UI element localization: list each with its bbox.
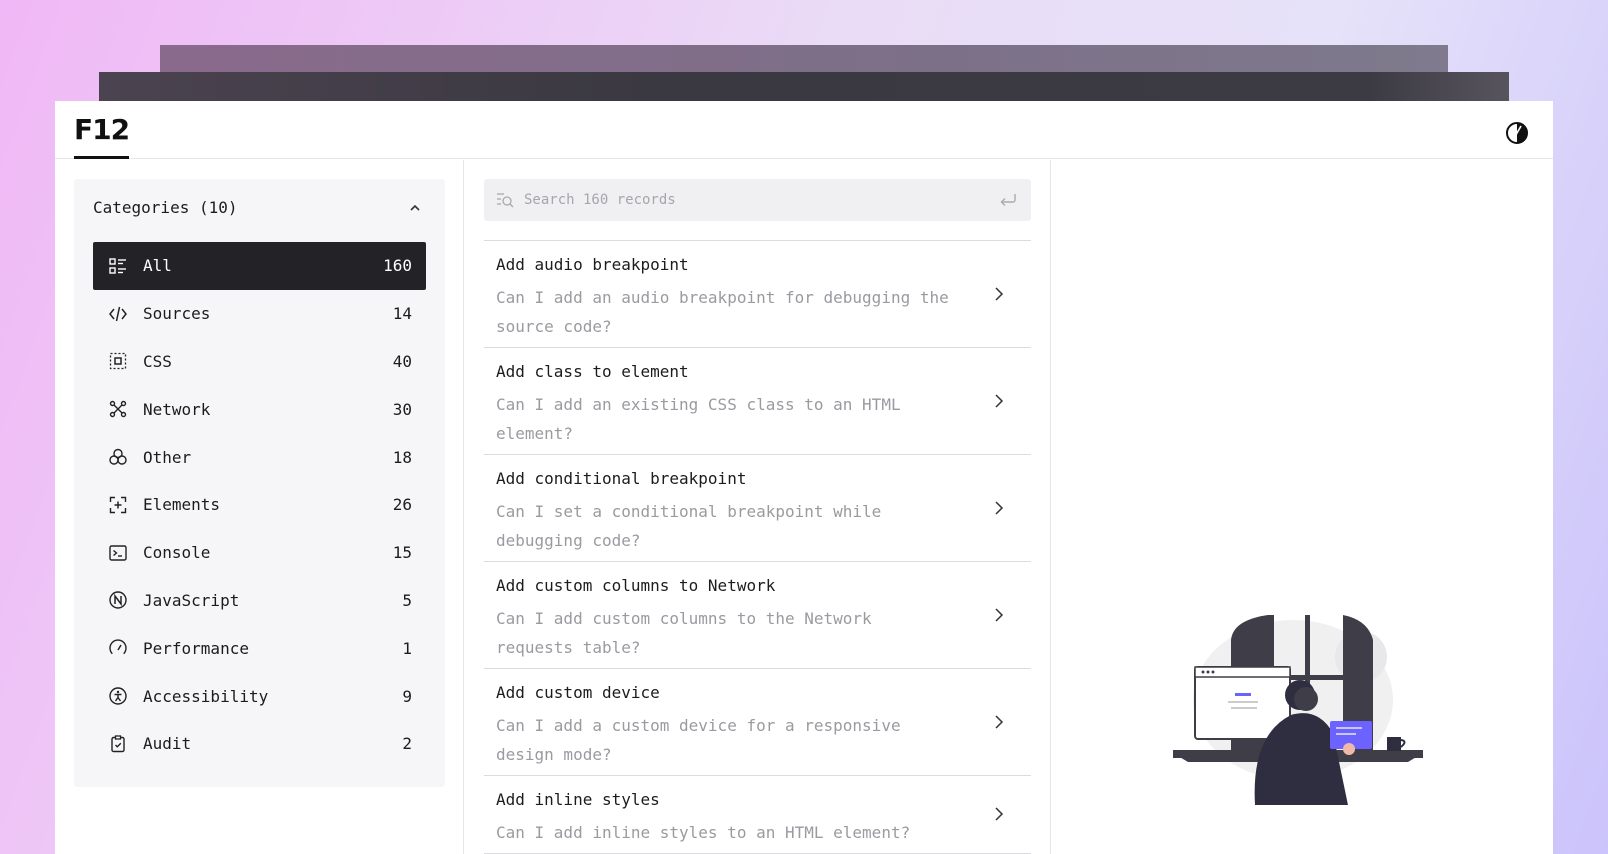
enter-icon[interactable] [999, 191, 1017, 209]
box-select-icon [108, 351, 128, 371]
category-count: 18 [392, 447, 412, 467]
category-item-performance[interactable]: Performance 1 [93, 624, 426, 672]
record-title: Add inline styles [496, 790, 660, 809]
collapse-button[interactable] [407, 200, 423, 216]
record-item[interactable]: Add conditional breakpoint Can I set a c… [484, 455, 1031, 562]
search-icon [497, 193, 514, 208]
record-description: Can I add custom columns to the Network … [496, 609, 872, 657]
category-label: JavaScript [143, 590, 240, 610]
records-column: Add audio breakpoint Can I add an audio … [465, 160, 1051, 854]
categories-column: Categories (10) All 160 Sources 14 CSS 4… [55, 160, 464, 854]
category-label: Other [143, 447, 192, 467]
logo-active-underline [74, 156, 129, 159]
record-title: Add audio breakpoint [496, 255, 689, 274]
category-label: Sources [143, 304, 211, 324]
gauge-icon [108, 638, 128, 658]
category-count: 40 [392, 351, 412, 371]
category-item-network[interactable]: Network 30 [93, 385, 426, 433]
category-count: 1 [402, 638, 412, 658]
record-item[interactable]: Add custom columns to Network Can I add … [484, 562, 1031, 669]
logo[interactable]: F12 [74, 113, 130, 146]
record-description: Can I add an audio breakpoint for debugg… [496, 288, 949, 336]
element-add-icon [108, 495, 128, 515]
search-input[interactable] [524, 179, 984, 221]
category-count: 14 [392, 304, 412, 324]
category-label: CSS [143, 351, 172, 371]
category-label: Elements [143, 495, 221, 515]
category-count: 15 [392, 543, 412, 563]
record-description: Can I set a conditional breakpoint while… [496, 502, 882, 550]
category-label: Network [143, 399, 211, 419]
app-window: F12 Categories (10) All 160 Sources 14 C… [55, 101, 1553, 854]
chevron-right-icon [995, 807, 1004, 821]
category-label: Performance [143, 638, 249, 658]
code-icon [108, 304, 128, 324]
top-bar: F12 [55, 101, 1553, 159]
chevron-right-icon [995, 608, 1004, 622]
category-count: 5 [402, 590, 412, 610]
category-item-console[interactable]: Console 15 [93, 529, 426, 577]
terminal-icon [108, 543, 128, 563]
record-title: Add custom device [496, 683, 660, 702]
record-item[interactable]: Add custom device Can I add a custom dev… [484, 669, 1031, 776]
empty-state-illustration [1173, 615, 1423, 805]
category-label: Audit [143, 734, 192, 754]
theme-toggle-button[interactable] [1504, 120, 1530, 146]
record-item[interactable]: Add audio breakpoint Can I add an audio … [484, 241, 1031, 348]
category-label: Accessibility [143, 686, 269, 706]
category-count: 160 [383, 256, 412, 276]
record-description: Can I add an existing CSS class to an HT… [496, 395, 901, 443]
n-circle-icon [108, 590, 128, 610]
category-item-css[interactable]: CSS 40 [93, 338, 426, 386]
record-title: Add conditional breakpoint [496, 469, 747, 488]
chevron-right-icon [995, 394, 1004, 408]
chevron-right-icon [995, 501, 1004, 515]
category-count: 9 [402, 686, 412, 706]
category-item-elements[interactable]: Elements 26 [93, 481, 426, 529]
category-label: All [143, 256, 172, 276]
search-bar [484, 179, 1031, 221]
category-item-other[interactable]: Other 18 [93, 433, 426, 481]
record-item[interactable]: Add inline styles Can I add inline style… [484, 776, 1031, 854]
category-item-accessibility[interactable]: Accessibility 9 [93, 672, 426, 720]
record-title: Add class to element [496, 362, 689, 381]
record-description: Can I add inline styles to an HTML eleme… [496, 823, 911, 842]
category-label: Console [143, 543, 211, 563]
category-count: 26 [392, 495, 412, 515]
category-item-all[interactable]: All 160 [93, 242, 426, 290]
category-count: 2 [402, 734, 412, 754]
category-list: All 160 Sources 14 CSS 40 Network 30 Oth… [93, 242, 426, 768]
record-description: Can I add a custom device for a responsi… [496, 716, 901, 764]
network-icon [108, 399, 128, 419]
record-title: Add custom columns to Network [496, 576, 776, 595]
list-icon [108, 256, 128, 276]
accessibility-icon [108, 686, 128, 706]
record-item[interactable]: Add class to element Can I add an existi… [484, 348, 1031, 455]
category-item-sources[interactable]: Sources 14 [93, 290, 426, 338]
record-list: Add audio breakpoint Can I add an audio … [484, 240, 1031, 854]
categories-panel: Categories (10) All 160 Sources 14 CSS 4… [74, 179, 445, 787]
categories-header[interactable]: Categories (10) [93, 198, 238, 217]
category-item-audit[interactable]: Audit 2 [93, 720, 426, 768]
chevron-up-icon [410, 204, 420, 211]
chevron-right-icon [995, 287, 1004, 301]
category-count: 30 [392, 399, 412, 419]
circles-icon [108, 447, 128, 467]
chevron-right-icon [995, 715, 1004, 729]
clipboard-icon [108, 734, 128, 754]
category-item-javascript[interactable]: JavaScript 5 [93, 577, 426, 625]
theme-toggle-icon [1506, 122, 1528, 144]
